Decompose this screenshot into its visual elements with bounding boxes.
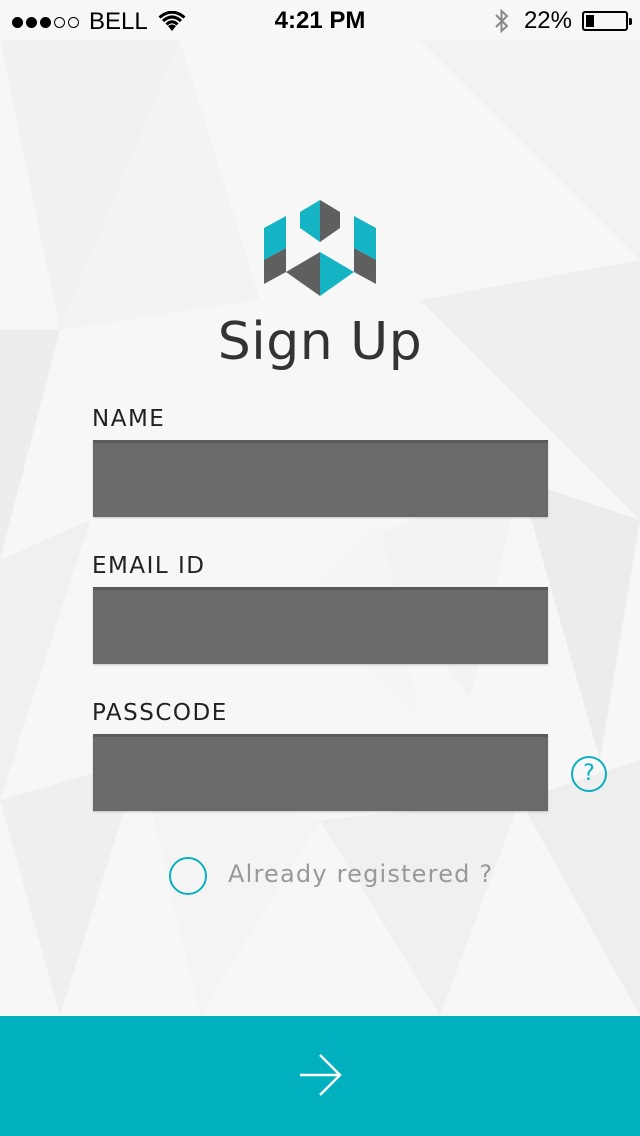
passcode-help-button[interactable]: ? bbox=[571, 756, 607, 792]
status-bar: BELL 4:21 PM 22% bbox=[0, 0, 640, 42]
page-title: Sign Up bbox=[217, 312, 423, 372]
app-logo bbox=[264, 200, 376, 296]
email-label: EMAIL ID bbox=[92, 553, 206, 579]
name-input[interactable] bbox=[93, 440, 548, 517]
battery-level bbox=[586, 15, 594, 27]
battery-percent: 22% bbox=[523, 7, 572, 34]
already-registered-label[interactable]: Already registered ? bbox=[228, 860, 493, 888]
submit-button[interactable] bbox=[0, 1016, 640, 1136]
passcode-label: PASSCODE bbox=[92, 700, 228, 726]
name-label: NAME bbox=[92, 406, 166, 432]
battery-icon bbox=[582, 11, 632, 31]
email-input[interactable] bbox=[93, 587, 548, 664]
status-right: 22% bbox=[494, 7, 632, 35]
passcode-input[interactable] bbox=[93, 734, 548, 811]
bluetooth-icon bbox=[495, 8, 509, 34]
arrow-right-icon bbox=[300, 1054, 342, 1096]
already-registered-radio[interactable] bbox=[169, 857, 207, 895]
